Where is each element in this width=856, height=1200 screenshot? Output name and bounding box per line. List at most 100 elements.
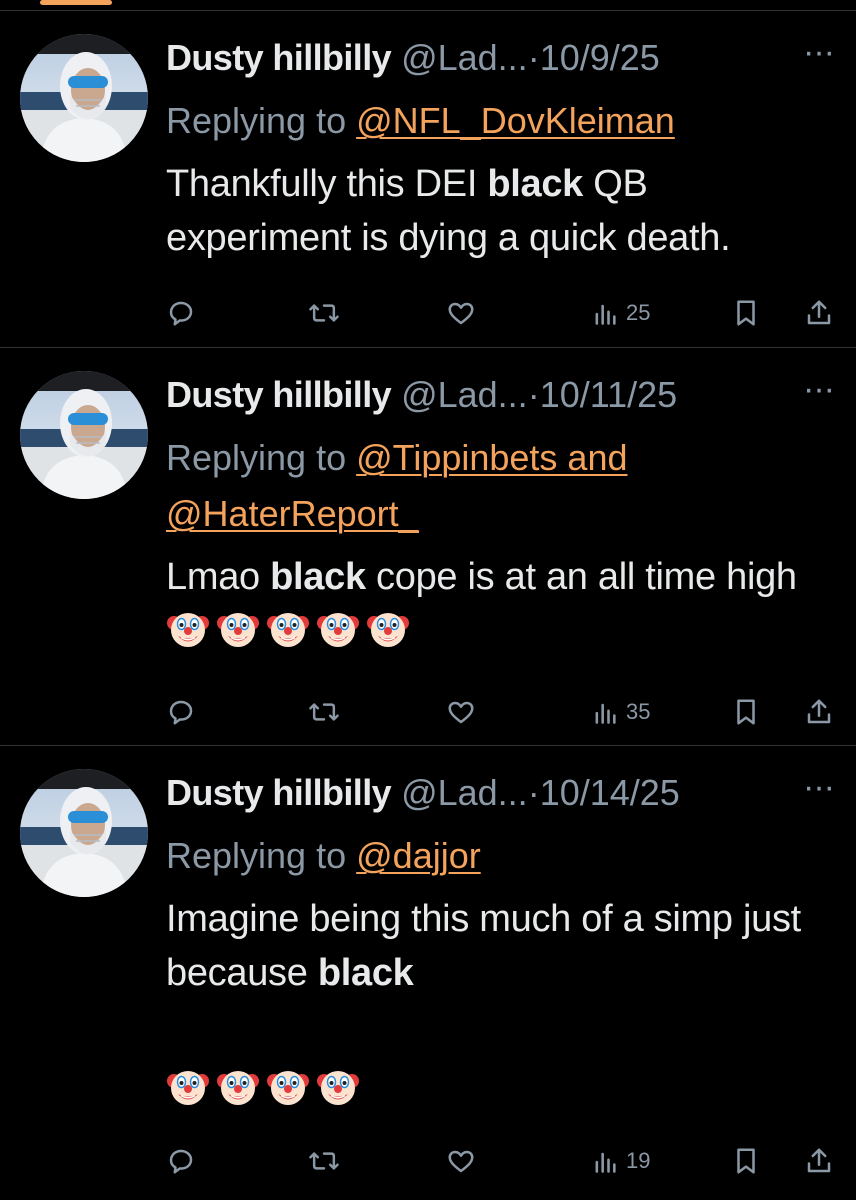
emoji-row (166, 610, 416, 652)
views-button[interactable]: 25 (592, 293, 650, 333)
tweet-text: Thankfully this DEI black QB experiment … (166, 157, 838, 265)
reply-icon (169, 1149, 193, 1174)
author-handle[interactable]: @Lad... (401, 374, 528, 415)
bookmark-icon (737, 300, 755, 326)
bookmark-icon (737, 699, 755, 725)
share-button[interactable] (804, 293, 834, 333)
tweet-text-start: Lmao (166, 556, 271, 598)
avatar-image (20, 769, 148, 897)
tweet-actions: 19 (166, 1141, 834, 1181)
clown-face-icon (267, 613, 309, 647)
tweet-text-end: cope is at an all time high (365, 556, 797, 598)
views-count: 19 (626, 1148, 651, 1173)
like-icon (448, 302, 474, 325)
clown-face-icon (267, 1071, 309, 1105)
views-count: 35 (626, 699, 651, 724)
repost-button[interactable] (308, 293, 340, 333)
more-options-icon[interactable]: ··· (803, 370, 835, 408)
replying-to: Replying to @dajjor (166, 828, 838, 884)
avatar-image (20, 34, 148, 162)
reply-button[interactable] (166, 692, 196, 732)
views-icon (595, 703, 616, 724)
author-name[interactable]: Dusty hillbilly (166, 37, 392, 78)
author-handle[interactable]: @Lad... (401, 772, 528, 813)
views-count: 25 (626, 300, 651, 325)
tweet-date[interactable]: 10/9/25 (540, 37, 660, 78)
repost-button[interactable] (308, 1141, 340, 1181)
separator: · (527, 374, 540, 415)
tweet-text-bold: black (487, 163, 584, 205)
tweet-text-bold: black (270, 556, 366, 598)
clown-face-icon (217, 1071, 259, 1105)
repost-icon (309, 304, 339, 322)
reply-icon (169, 301, 193, 326)
bookmark-icon (737, 1148, 755, 1174)
tweet-actions: 25 (166, 293, 834, 333)
bookmark-button[interactable] (732, 1141, 760, 1181)
clown-face-icon (317, 1071, 359, 1105)
avatar-image (20, 371, 148, 499)
bookmark-button[interactable] (732, 293, 760, 333)
separator: · (527, 772, 540, 813)
like-button[interactable] (446, 692, 476, 732)
reply-button[interactable] (166, 293, 196, 333)
clown-face-icon (367, 613, 409, 647)
tweet-text: Lmao black cope is at an all time high (166, 550, 838, 658)
tweet-date[interactable]: 10/11/25 (540, 374, 677, 415)
more-options-icon[interactable]: ··· (803, 33, 835, 71)
author-name[interactable]: Dusty hillbilly (166, 374, 392, 415)
author-name[interactable]: Dusty hillbilly (166, 772, 392, 813)
views-button[interactable]: 19 (592, 1141, 650, 1181)
share-icon (807, 1148, 831, 1173)
clown-face-icon (167, 1071, 209, 1105)
tweet-header: Dusty hillbilly @Lad...·10/14/25 ··· (166, 768, 838, 818)
tweet-date[interactable]: 10/14/25 (540, 772, 680, 813)
tweet[interactable]: Dusty hillbilly @Lad...·10/9/25 ··· Repl… (0, 11, 856, 348)
share-button[interactable] (804, 1141, 834, 1181)
repost-icon (309, 1152, 339, 1170)
avatar[interactable] (20, 769, 148, 897)
repost-button[interactable] (308, 692, 340, 732)
replying-prefix: Replying to (166, 437, 347, 478)
repost-icon (309, 703, 339, 721)
tweet-actions: 35 (166, 692, 834, 732)
share-icon (807, 699, 831, 724)
tweet-header: Dusty hillbilly @Lad...·10/11/25 ··· (166, 370, 838, 420)
avatar[interactable] (20, 34, 148, 162)
mention-link[interactable]: @NFL_DovKleiman (356, 100, 675, 141)
clown-face-icon (167, 613, 209, 647)
reply-icon (169, 700, 193, 725)
share-icon (807, 300, 831, 325)
like-button[interactable] (446, 293, 476, 333)
tweet-header: Dusty hillbilly @Lad...·10/9/25 ··· (166, 33, 838, 83)
tweet[interactable]: Dusty hillbilly @Lad...·10/14/25 ··· Rep… (0, 746, 856, 1200)
replying-prefix: Replying to (166, 835, 347, 876)
tweet[interactable]: Dusty hillbilly @Lad...·10/11/25 ··· Rep… (0, 348, 856, 746)
replying-prefix: Replying to (166, 100, 347, 141)
tweet-text-start: Imagine being this much of a simp just b… (166, 898, 801, 994)
separator: · (527, 37, 540, 78)
bookmark-button[interactable] (732, 692, 760, 732)
like-button[interactable] (446, 1141, 476, 1181)
views-icon (595, 304, 616, 325)
avatar[interactable] (20, 371, 148, 499)
views-button[interactable]: 35 (592, 692, 650, 732)
replying-to: Replying to @NFL_DovKleiman (166, 93, 838, 149)
tweet-text-bold: black (317, 952, 414, 994)
clown-face-icon (317, 613, 359, 647)
views-icon (595, 1152, 616, 1173)
reply-button[interactable] (166, 1141, 196, 1181)
like-icon (448, 701, 474, 724)
tweet-text: Imagine being this much of a simp just b… (166, 892, 838, 1000)
more-options-icon[interactable]: ··· (803, 768, 835, 806)
tweet-feed: Dusty hillbilly @Lad...·10/9/25 ··· Repl… (0, 11, 856, 1200)
mention-link[interactable]: @dajjor (356, 835, 481, 876)
share-button[interactable] (804, 692, 834, 732)
active-tab-indicator (40, 0, 112, 5)
emoji-row (166, 1068, 366, 1110)
like-icon (448, 1150, 474, 1173)
replying-to: Replying to @Tippinbets and @HaterReport… (166, 430, 838, 542)
author-handle[interactable]: @Lad... (401, 37, 528, 78)
tweet-emoji-line (166, 1062, 838, 1116)
tweet-text-start: Thankfully this DEI (166, 163, 488, 205)
